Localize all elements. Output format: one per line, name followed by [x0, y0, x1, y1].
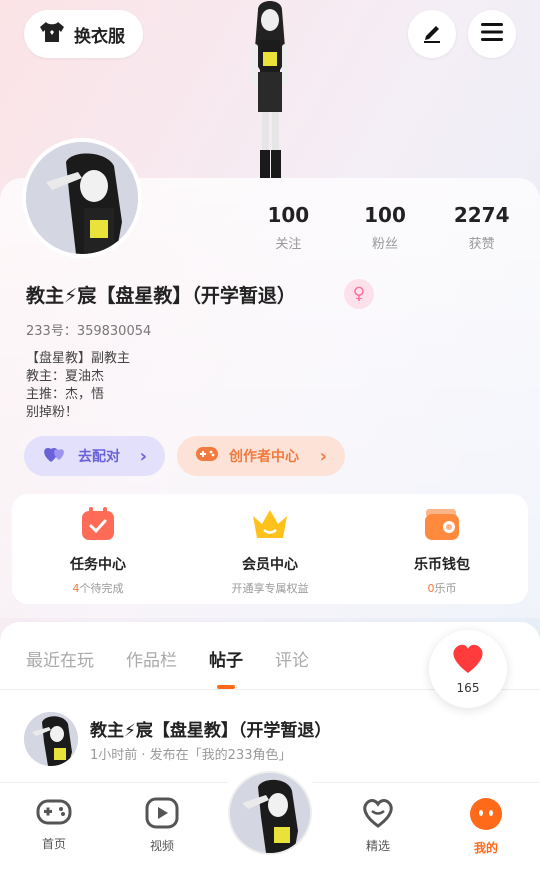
edit-profile-button[interactable] [408, 10, 456, 58]
bio: 【盘星教】副教主 教主：夏油杰 主推：杰，悟 别掉粉！ [26, 350, 130, 422]
change-outfit-label: 换衣服 [74, 26, 125, 47]
post-meta: 1小时前 · 发布在「我的233角色」 [90, 748, 292, 763]
tab-posts[interactable]: 帖子 [209, 646, 243, 671]
creator-center-button[interactable]: 创作者中心 › [177, 436, 345, 476]
feature-title: 乐币钱包 [414, 557, 470, 573]
creator-center-label: 创作者中心 [229, 449, 299, 465]
pen-icon [420, 20, 444, 48]
tab-recent-played[interactable]: 最近在玩 [26, 646, 94, 671]
stat-value: 100 [364, 203, 406, 227]
profile-stats: 100 关注 100 粉丝 2274 获赞 [240, 203, 530, 252]
nav-home[interactable]: 首页 [19, 797, 89, 852]
vip-center[interactable]: 会员中心 开通享专属权益 [184, 494, 356, 604]
feature-subtitle-text: 个待完成 [79, 582, 124, 595]
feature-title: 会员中心 [242, 557, 298, 573]
heart-icon [450, 643, 486, 679]
nav-label: 首页 [41, 837, 66, 851]
match-label: 去配对 [78, 449, 120, 465]
nav-mine[interactable]: 我的 [451, 797, 521, 856]
gamepad-icon [195, 444, 219, 468]
user-id[interactable]: 233号：359830054 [26, 320, 151, 339]
chevron-right-icon: › [319, 445, 327, 467]
like-button[interactable]: 165 [429, 630, 507, 708]
coin-wallet[interactable]: 乐币钱包 0乐币 [356, 494, 528, 604]
menu-icon [480, 21, 504, 47]
stat-label: 获赞 [468, 237, 495, 252]
female-icon: ♀ [344, 279, 374, 309]
menu-button[interactable] [468, 10, 516, 58]
username: 教主⚡宸【盘星教】（开学暂退） [26, 285, 296, 307]
nav-label: 视频 [149, 839, 174, 853]
feature-subtitle: 0乐币 [428, 580, 457, 596]
bio-line: 【盘星教】副教主 [26, 351, 131, 366]
nav-featured[interactable]: 精选 [343, 797, 413, 854]
bottom-nav: 首页 视频 精选 我的 [0, 761, 540, 869]
feature-subtitle-text: 乐币 [434, 582, 457, 595]
calendar-check-icon [80, 506, 116, 546]
tshirt-icon [38, 20, 66, 49]
stat-value: 2274 [453, 203, 510, 227]
match-button[interactable]: 去配对 › [24, 436, 165, 476]
nav-video[interactable]: 视频 [127, 797, 197, 854]
feature-subtitle: 4个待完成 [73, 580, 124, 596]
bio-line: 教主：夏油杰 [26, 369, 105, 384]
tab-comments[interactable]: 评论 [275, 646, 309, 671]
task-center[interactable]: 任务中心 4个待完成 [12, 494, 184, 604]
stat-following[interactable]: 100 关注 [240, 203, 337, 252]
stat-label: 粉丝 [372, 237, 399, 252]
hearts-icon [42, 444, 68, 468]
avatar[interactable] [228, 771, 312, 855]
stat-value: 100 [267, 203, 310, 227]
stat-likes[interactable]: 2274 获赞 [433, 203, 530, 252]
stat-label: 关注 [275, 237, 302, 252]
feature-subtitle: 开通享专属权益 [231, 582, 309, 595]
crown-icon [250, 506, 290, 546]
pending-count: 4 [72, 582, 80, 595]
avatar[interactable] [24, 712, 78, 766]
avatar-character-figure[interactable] [220, 0, 320, 180]
feature-title: 任务中心 [70, 557, 126, 573]
nav-label: 精选 [365, 839, 390, 853]
play-icon [145, 797, 179, 833]
content-tabs: 最近在玩 作品栏 帖子 评论 [26, 646, 309, 671]
change-outfit-button[interactable]: 换衣服 [24, 10, 143, 58]
face-icon [469, 798, 503, 835]
avatar[interactable] [22, 138, 142, 258]
feature-card: 任务中心 4个待完成 会员中心 开通享专属权益 乐币钱包 0乐币 [12, 494, 528, 604]
bio-line: 主推：杰，悟 [26, 387, 105, 402]
like-count: 165 [456, 681, 480, 695]
post-author: 教主⚡宸【盘星教】（开学暂退） [90, 721, 332, 741]
coin-balance: 0 [427, 582, 435, 595]
heart-chat-icon [360, 799, 396, 833]
chevron-right-icon: › [139, 445, 147, 467]
nav-label: 我的 [473, 841, 498, 855]
gamepad-icon [36, 799, 72, 831]
wallet-icon [423, 506, 461, 546]
bio-line: 别掉粉！ [26, 405, 79, 420]
stat-followers[interactable]: 100 粉丝 [337, 203, 434, 252]
tab-works[interactable]: 作品栏 [126, 646, 177, 671]
